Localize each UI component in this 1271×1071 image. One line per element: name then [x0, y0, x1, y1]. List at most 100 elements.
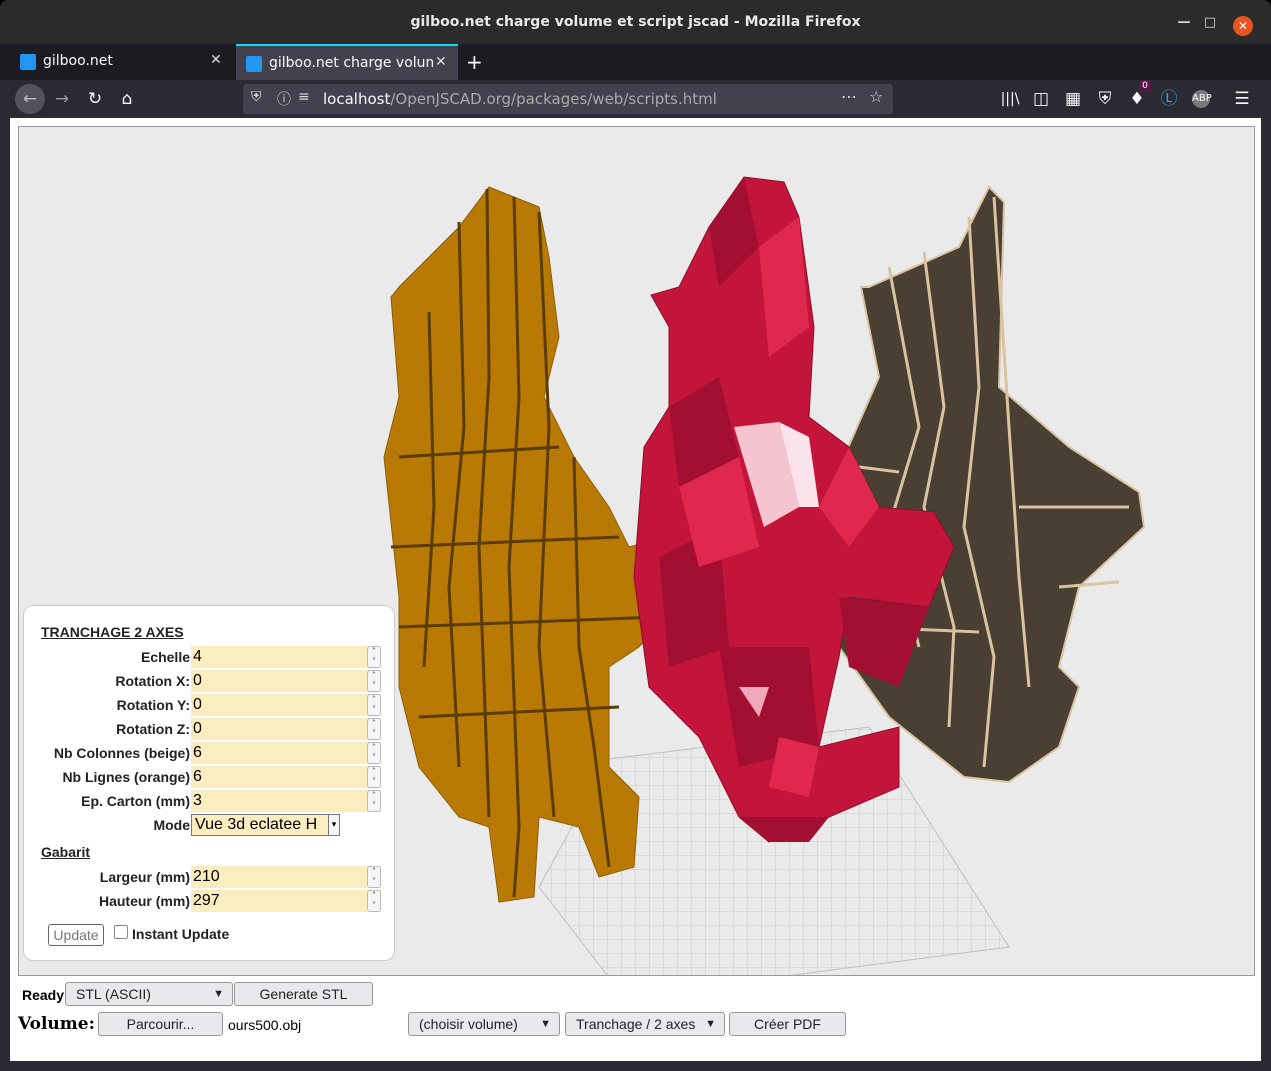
chevron-down-icon: ▼	[213, 988, 224, 1000]
close-icon[interactable]: ✕	[1233, 16, 1253, 36]
ep-carton-input[interactable]: 3	[191, 790, 381, 812]
field-label: Nb Colonnes (beige)	[53, 745, 190, 761]
update-button[interactable]: Update	[48, 924, 104, 946]
section-title-tranchage: TRANCHAGE 2 AXES	[41, 624, 184, 640]
page-content: TRANCHAGE 2 AXES Echelle 4 ˄ ˅ Rotation X…	[10, 118, 1261, 1061]
parameters-panel: TRANCHAGE 2 AXES Echelle 4 ˄ ˅ Rotation X…	[23, 605, 395, 961]
field-label: Hauteur (mm)	[98, 893, 190, 909]
chevron-down-icon: ▼	[540, 1018, 551, 1030]
create-pdf-button[interactable]: Créer PDF	[729, 1012, 846, 1036]
field-label: Nb Lignes (orange)	[62, 769, 190, 785]
library-icon[interactable]: |||\	[996, 86, 1024, 112]
field-rotation-z: Rotation Z: 0 ˄ ˅	[24, 718, 396, 742]
s-extension-icon[interactable]: Ⓛ	[1155, 86, 1183, 112]
field-label: Echelle	[140, 649, 190, 665]
volume-label: Volume:	[18, 1014, 95, 1034]
file-name: ours500.obj	[228, 1017, 302, 1033]
spinner-icon[interactable]: ˄ ˅	[367, 742, 381, 764]
menu-icon[interactable]: ☰	[1228, 86, 1256, 112]
page-actions-icon[interactable]: ⋯	[841, 87, 857, 106]
spinner-icon[interactable]: ˄ ˅	[367, 718, 381, 740]
close-tab-icon[interactable]: ✕	[210, 52, 222, 68]
field-label: Rotation Y:	[116, 697, 190, 713]
tab-label: gilboo.net charge volume	[269, 55, 433, 71]
section-title-gabarit: Gabarit	[41, 844, 91, 860]
title-bar: gilboo.net charge volume et script jscad…	[0, 0, 1271, 44]
field-rotation-y: Rotation Y: 0 ˄ ˅	[24, 694, 396, 718]
field-hauteur: Hauteur (mm) 297 ˄ ˅	[24, 890, 396, 914]
field-label: Largeur (mm)	[99, 869, 190, 885]
notification-bell-icon[interactable]: ♦ 0	[1123, 80, 1151, 112]
field-nb-lignes: Nb Lignes (orange) 6 ˄ ˅	[24, 766, 396, 790]
favicon-icon	[20, 54, 36, 70]
spinner-icon[interactable]: ˄ ˅	[367, 890, 381, 912]
orange-sliced-bear	[383, 186, 675, 903]
notification-badge: 0	[1139, 80, 1151, 92]
status-text: Ready	[22, 987, 65, 1003]
reload-icon[interactable]: ↻	[81, 86, 109, 112]
generate-stl-button[interactable]: Generate STL	[234, 982, 373, 1006]
bookmark-star-icon[interactable]: ☆	[869, 87, 883, 106]
choose-volume-select[interactable]: (choisir volume) ▼	[408, 1012, 560, 1036]
permissions-icon[interactable]: ≡	[298, 89, 310, 105]
spinner-icon[interactable]: ˄ ˅	[367, 790, 381, 812]
nb-colonnes-input[interactable]: 6	[191, 742, 381, 764]
rotation-x-input[interactable]: 0	[191, 670, 381, 692]
url-bar[interactable]: ⛨ ⓘ ≡ localhost/OpenJSCAD.org/packages/w…	[243, 84, 893, 114]
field-largeur: Largeur (mm) 210 ˄ ˅	[24, 866, 396, 890]
url-path: /OpenJSCAD.org/packages/web/scripts.html	[390, 90, 717, 108]
extension-grid-icon[interactable]: ▦	[1059, 86, 1087, 112]
field-mode: Mode Vue 3d eclatee H ▾	[24, 814, 396, 838]
instant-update-checkbox[interactable]	[114, 925, 128, 939]
sidebar-icon[interactable]: ◫	[1027, 86, 1055, 112]
field-label: Rotation Z:	[116, 721, 190, 737]
field-label: Rotation X:	[115, 673, 190, 689]
adblock-icon[interactable]: ABP	[1187, 86, 1215, 112]
info-icon[interactable]: ⓘ	[277, 89, 291, 109]
rotation-z-input[interactable]: 0	[191, 718, 381, 740]
window-title: gilboo.net charge volume et script jscad…	[410, 14, 861, 30]
echelle-input[interactable]: 4	[191, 646, 381, 668]
field-label: Mode	[153, 817, 190, 833]
format-select[interactable]: STL (ASCII) ▼	[65, 982, 233, 1006]
maximize-icon[interactable]: □	[1201, 14, 1219, 32]
rotation-y-input[interactable]: 0	[191, 694, 381, 716]
forward-icon[interactable]: →	[48, 86, 76, 112]
slicing-select[interactable]: Tranchage / 2 axes ▼	[565, 1012, 725, 1036]
field-rotation-x: Rotation X: 0 ˄ ˅	[24, 670, 396, 694]
shield-icon[interactable]: ⛨	[251, 89, 262, 105]
browse-button[interactable]: Parcourir...	[98, 1012, 223, 1036]
choose-volume-value: (choisir volume)	[419, 1016, 518, 1032]
home-icon[interactable]: ⌂	[113, 86, 141, 112]
largeur-input[interactable]: 210	[191, 866, 381, 888]
ublock-icon[interactable]: ⛨	[1091, 86, 1119, 112]
tab-gilboo[interactable]: gilboo.net ✕	[10, 44, 235, 80]
spinner-icon[interactable]: ˄ ˅	[367, 866, 381, 888]
dropdown-arrow-icon[interactable]: ▾	[328, 814, 340, 836]
brown-sliced-bear	[827, 185, 1146, 784]
format-value: STL (ASCII)	[76, 986, 151, 1002]
tab-charge-volume[interactable]: gilboo.net charge volume ✕	[236, 44, 458, 80]
tab-bar: gilboo.net ✕ gilboo.net charge volume ✕ …	[0, 44, 1271, 80]
nav-bar: ← → ↻ ⌂ ⛨ ⓘ ≡ localhost/OpenJSCAD.org/pa…	[0, 80, 1271, 118]
spinner-icon[interactable]: ˄ ˅	[367, 694, 381, 716]
field-ep-carton: Ep. Carton (mm) 3 ˄ ˅	[24, 790, 396, 814]
slicing-value: Tranchage / 2 axes	[576, 1016, 696, 1032]
spinner-icon[interactable]: ˄ ˅	[367, 766, 381, 788]
mode-select[interactable]: Vue 3d eclatee H	[191, 814, 338, 836]
3d-viewer[interactable]: TRANCHAGE 2 AXES Echelle 4 ˄ ˅ Rotation X…	[18, 126, 1255, 976]
hauteur-input[interactable]: 297	[191, 890, 381, 912]
field-label: Ep. Carton (mm)	[81, 793, 190, 809]
minimize-icon[interactable]: —	[1175, 14, 1193, 32]
favicon-icon	[246, 56, 262, 72]
spinner-icon[interactable]: ˄ ˅	[367, 670, 381, 692]
new-tab-icon[interactable]: +	[466, 50, 483, 74]
field-nb-colonnes: Nb Colonnes (beige) 6 ˄ ˅	[24, 742, 396, 766]
nb-lignes-input[interactable]: 6	[191, 766, 381, 788]
back-icon[interactable]: ←	[15, 84, 45, 114]
instant-update-label: Instant Update	[132, 926, 230, 942]
spinner-icon[interactable]: ˄ ˅	[367, 646, 381, 668]
tab-label: gilboo.net	[43, 53, 113, 69]
field-echelle: Echelle 4 ˄ ˅	[24, 646, 396, 670]
close-tab-icon[interactable]: ✕	[435, 54, 447, 70]
